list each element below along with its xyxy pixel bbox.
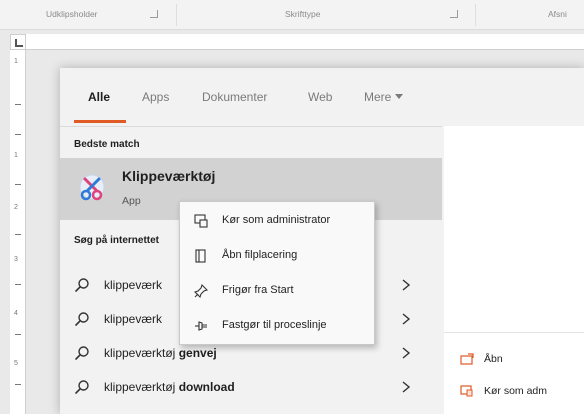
web-result-prefix: klippeværk: [104, 278, 163, 292]
search-icon: [75, 278, 89, 292]
details-divider: [444, 332, 584, 333]
chevron-right-icon[interactable]: [400, 278, 412, 292]
pin-taskbar-icon: [195, 321, 207, 331]
tab-more[interactable]: Mere: [364, 90, 404, 104]
context-item-run-as-admin[interactable]: Kør som administrator: [180, 204, 374, 238]
ruler-tick: [15, 334, 21, 335]
context-item-label: Åbn filplacering: [222, 249, 298, 261]
chevron-right-icon[interactable]: [400, 312, 412, 326]
tab-more-label: Mere: [364, 90, 392, 104]
details-pane: Åbn Kør som adm: [444, 126, 584, 414]
tab-selector[interactable]: [10, 34, 26, 50]
tab-all[interactable]: Alle: [88, 90, 110, 104]
context-item-label: Fastgør til proceslinje: [222, 319, 327, 331]
context-item-label: Frigør fra Start: [222, 284, 294, 296]
font-launcher-icon[interactable]: [450, 10, 458, 18]
action-run-as-admin-label: Kør som adm: [484, 385, 548, 397]
web-result-prefix: klippeværk: [104, 312, 163, 326]
ribbon-separator: [475, 4, 476, 26]
web-result-text: klippeværktøj genvej: [104, 346, 217, 360]
run-as-admin-icon: [194, 214, 208, 228]
tab-apps[interactable]: Apps: [142, 90, 169, 104]
chevron-right-icon[interactable]: [400, 380, 412, 394]
horizontal-ruler[interactable]: [26, 34, 584, 50]
open-file-location-icon: [195, 249, 206, 263]
ruler-tick: [15, 104, 21, 105]
best-match-subtitle: App: [122, 195, 141, 207]
web-result-row[interactable]: klippeværktøj download: [60, 371, 442, 405]
ruler-number: 2: [14, 204, 18, 211]
context-item-unpin-start[interactable]: Frigør fra Start: [180, 274, 374, 308]
ruler-tick: [15, 134, 21, 135]
ribbon: Udklipsholder Skrifttype Afsni: [0, 0, 584, 30]
web-result-text: klippeværktøj download: [104, 380, 235, 394]
search-icon: [75, 312, 89, 326]
web-result-bold: genvej: [178, 346, 217, 360]
ruler-tick: [15, 284, 21, 285]
ribbon-group-paragraph: Afsni: [548, 9, 567, 19]
tab-documents[interactable]: Dokumenter: [202, 90, 267, 104]
vertical-ruler[interactable]: 1 1 2 3 4 5: [10, 34, 26, 414]
best-match-title: Klippeværktøj: [122, 168, 216, 184]
active-tab-indicator: [74, 120, 126, 123]
action-open[interactable]: Åbn: [460, 350, 584, 370]
web-result-prefix: klippeværktøj: [104, 380, 179, 394]
best-match-header: Bedste match: [74, 139, 140, 150]
ruler-number: 4: [14, 310, 18, 317]
search-icon: [75, 346, 89, 360]
ribbon-group-clipboard: Udklipsholder: [46, 9, 98, 19]
ruler-number: 5: [14, 360, 18, 367]
ruler-number: 3: [14, 256, 18, 263]
context-item-label: Kør som administrator: [222, 214, 331, 226]
web-search-header: Søg på internettet: [74, 235, 160, 246]
ruler-tick: [15, 234, 21, 235]
ruler-tick: [15, 384, 21, 385]
web-result-text: klippeværk: [104, 278, 162, 292]
action-open-label: Åbn: [484, 353, 503, 365]
search-icon: [75, 380, 89, 394]
open-icon: [460, 353, 474, 365]
chevron-right-icon[interactable]: [400, 346, 412, 360]
web-result-prefix: klippeværktøj: [104, 346, 179, 360]
clipboard-launcher-icon[interactable]: [150, 10, 158, 18]
chevron-down-icon: [395, 94, 404, 99]
ruler-number: 1: [14, 152, 18, 159]
context-menu: Kør som administrator Åbn filplacering F…: [179, 201, 375, 345]
ruler-number: 1: [14, 58, 18, 65]
context-item-pin-taskbar[interactable]: Fastgør til proceslinje: [180, 309, 374, 343]
ribbon-group-font: Skrifttype: [285, 9, 321, 19]
web-result-bold: download: [178, 380, 235, 394]
ribbon-separator: [176, 4, 177, 26]
search-tabs: Alle Apps Dokumenter Web Mere: [60, 68, 584, 126]
run-as-admin-icon: [460, 385, 473, 397]
action-run-as-admin[interactable]: Kør som adm: [460, 382, 584, 402]
snipping-tool-icon: [79, 174, 105, 201]
context-item-open-location[interactable]: Åbn filplacering: [180, 239, 374, 273]
unpin-icon: [194, 284, 208, 298]
web-result-text: klippeværk: [104, 312, 162, 326]
ruler-tick: [15, 184, 21, 185]
tab-web[interactable]: Web: [308, 90, 332, 104]
